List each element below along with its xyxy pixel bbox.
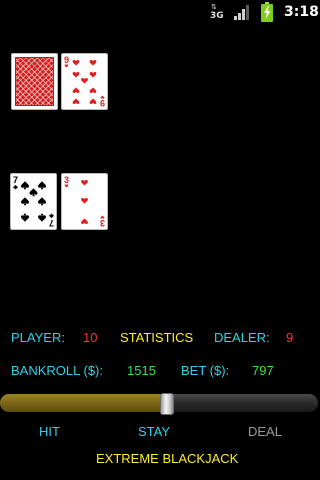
network-type: 3G — [210, 11, 224, 21]
card-rank-top: 3 — [64, 175, 69, 185]
bet-value: 797 — [252, 363, 274, 378]
3g-data-icon: ⇅ 3G — [210, 3, 224, 21]
three-of-hearts-card: 3 3 — [64, 175, 105, 228]
bet-slider[interactable] — [0, 393, 318, 415]
slider-track[interactable] — [0, 394, 318, 412]
dealer-score-value: 9 — [286, 330, 294, 345]
slider-fill — [0, 394, 167, 412]
card-rank-bottom: 9 — [100, 98, 105, 108]
dealer-hole-card — [11, 53, 58, 110]
bankroll-label: BANKROLL ($): — [11, 363, 103, 378]
clock-time: 3:18 — [284, 4, 319, 20]
card-rank-top: 9 — [64, 55, 69, 65]
player-card-7-spades: 7 7 — [10, 173, 57, 230]
card-back-icon — [15, 57, 54, 106]
game-title: EXTREME BLACKJACK — [96, 451, 239, 466]
stay-button[interactable]: STAY — [138, 424, 170, 440]
signal-strength-icon — [233, 4, 251, 20]
card-rank-bottom: 3 — [100, 218, 105, 228]
dealer-score-label: DEALER: — [214, 330, 270, 345]
hit-button[interactable]: HIT — [39, 424, 60, 440]
nine-of-hearts-card: 9 9 — [64, 55, 105, 108]
slider-thumb[interactable] — [160, 393, 174, 415]
deal-button[interactable]: DEAL — [248, 424, 282, 440]
status-bar: ⇅ 3G 3:18 — [0, 0, 320, 25]
player-score-value: 10 — [83, 330, 98, 345]
card-rank-top: 7 — [13, 175, 18, 185]
bankroll-value: 1515 — [127, 363, 156, 378]
statistics-button[interactable]: STATISTICS — [120, 330, 193, 346]
player-card-3-hearts: 3 3 — [61, 173, 108, 230]
player-score-label: PLAYER: — [11, 330, 65, 345]
dealer-card-9-hearts: 9 9 — [61, 53, 108, 110]
battery-charging-icon — [261, 2, 273, 22]
card-rank-bottom: 7 — [49, 218, 54, 228]
seven-of-spades-card: 7 7 — [13, 175, 54, 228]
bet-label: BET ($): — [181, 363, 230, 378]
